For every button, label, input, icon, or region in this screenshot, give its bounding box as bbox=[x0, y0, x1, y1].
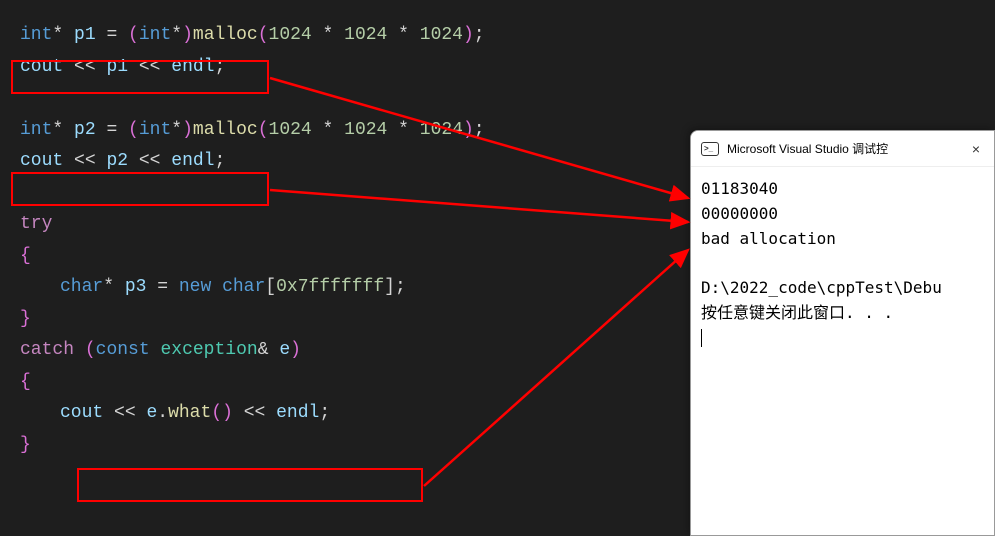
cursor bbox=[701, 329, 702, 347]
output-line-1: 01183040 bbox=[701, 179, 778, 198]
output-line-2: 00000000 bbox=[701, 204, 778, 223]
close-button[interactable]: × bbox=[968, 141, 984, 157]
console-title: Microsoft Visual Studio 调试控 bbox=[727, 140, 968, 157]
output-line-5: 按任意键关闭此窗口. . . bbox=[701, 303, 893, 322]
terminal-icon: >_ bbox=[701, 142, 719, 156]
code-line-1: int* p1 = (int*)malloc(1024 * 1024 * 102… bbox=[20, 20, 975, 52]
console-output[interactable]: 01183040 00000000 bad allocation D:\2022… bbox=[691, 167, 994, 361]
code-line-2: cout << p1 << endl; bbox=[20, 52, 975, 84]
debug-console-window[interactable]: >_ Microsoft Visual Studio 调试控 × 0118304… bbox=[690, 130, 995, 536]
output-line-3: bad allocation bbox=[701, 229, 836, 248]
console-titlebar[interactable]: >_ Microsoft Visual Studio 调试控 × bbox=[691, 131, 994, 167]
blank-line bbox=[20, 83, 975, 115]
output-line-4: D:\2022_code\cppTest\Debu bbox=[701, 278, 942, 297]
